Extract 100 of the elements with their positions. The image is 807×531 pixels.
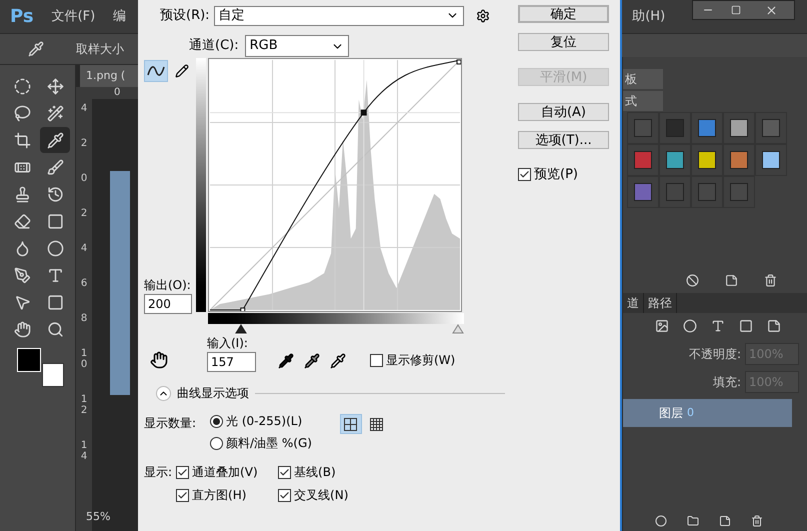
panel-tab[interactable]: 板	[623, 69, 663, 89]
new-item-icon[interactable]	[725, 274, 738, 287]
foreground-color-swatch[interactable]	[17, 348, 41, 372]
ellipse-marquee-icon	[14, 78, 30, 94]
trash-icon[interactable]	[764, 274, 777, 287]
eyedropper-icon[interactable]	[278, 353, 294, 369]
preview-label: 预览(P)	[534, 166, 578, 184]
panel-tab[interactable]: 式	[623, 91, 663, 111]
output-field[interactable]: 200	[144, 294, 192, 314]
dialog-button[interactable]: 复位	[518, 33, 609, 51]
checkbox[interactable]	[278, 488, 292, 502]
style-swatch[interactable]	[666, 151, 684, 169]
eyedropper-icon[interactable]	[28, 41, 44, 57]
new-layer-icon[interactable]	[719, 515, 731, 527]
coarse-grid-button[interactable]	[340, 414, 362, 434]
ruler-number: 6	[80, 278, 88, 289]
option-label: 交叉线(N)	[294, 487, 348, 504]
style-swatch[interactable]	[698, 119, 716, 137]
checkbox[interactable]	[278, 466, 292, 478]
style-swatch[interactable]	[698, 151, 716, 169]
wave-icon	[147, 65, 165, 77]
collapse-toggle[interactable]	[156, 386, 171, 400]
close-icon	[765, 4, 778, 16]
style-swatch[interactable]	[730, 151, 748, 169]
document-icon[interactable]	[767, 319, 781, 333]
ruler-number: 0	[114, 87, 120, 99]
coarse-grid-icon	[344, 418, 358, 430]
no-icon[interactable]	[686, 274, 699, 287]
preset-dropdown[interactable]: 自定	[214, 6, 464, 26]
style-swatch[interactable]	[762, 119, 780, 137]
style-swatch[interactable]	[762, 151, 780, 169]
panel-tab[interactable]: 路径	[644, 293, 677, 313]
pointer-icon	[14, 294, 30, 310]
eyedropper-icon[interactable]	[304, 353, 320, 369]
panel-tab[interactable]: 道	[623, 293, 644, 313]
settings-icon[interactable]	[476, 8, 490, 22]
checkbox[interactable]	[176, 488, 190, 502]
pen-icon	[14, 266, 30, 284]
radio-label: 颜料/油墨 %(G)	[226, 435, 312, 452]
lasso-icon	[14, 104, 30, 122]
folder-icon[interactable]	[687, 515, 699, 527]
radio-button[interactable]	[210, 414, 224, 428]
ruler-number: 2	[80, 138, 88, 149]
stamp-icon	[14, 186, 30, 202]
style-swatch[interactable]	[634, 119, 652, 137]
eyedropper-tool[interactable]	[40, 127, 70, 153]
app-logo: Ps	[10, 5, 34, 29]
brush-icon	[46, 158, 64, 176]
zoom-level: 55%	[86, 508, 110, 524]
show-label: 显示:	[144, 464, 172, 481]
background-color-swatch[interactable]	[42, 363, 64, 387]
maximize-icon	[730, 5, 740, 15]
magic-wand-icon	[46, 104, 64, 122]
dialog-button[interactable]: 选项(T)...	[518, 131, 609, 149]
input-field[interactable]: 157	[207, 352, 256, 372]
hand-icon	[14, 320, 30, 338]
ruler-number: 2	[80, 208, 88, 219]
curve-tool[interactable]	[144, 60, 168, 82]
layer-row[interactable]: 图层 0	[623, 399, 792, 427]
close-button[interactable]	[749, 1, 794, 19]
display-amount-label: 显示数量:	[144, 415, 196, 432]
style-swatch[interactable]	[634, 151, 652, 169]
ruler-number: 4	[80, 103, 88, 114]
style-swatch[interactable]	[666, 119, 684, 137]
checkbox[interactable]	[518, 168, 531, 182]
dialog-button[interactable]: 确定	[518, 5, 609, 23]
menu-item[interactable]: 编	[113, 6, 126, 26]
style-swatch[interactable]	[730, 183, 748, 201]
radio-button[interactable]	[210, 436, 224, 450]
square-icon[interactable]	[739, 319, 753, 333]
type-icon	[46, 266, 64, 284]
section-title: 曲线显示选项	[177, 385, 249, 402]
dialog-button[interactable]: 自动(A)	[518, 103, 609, 121]
checkbox[interactable]	[176, 466, 190, 478]
hand-adjust-icon[interactable]	[150, 351, 168, 369]
move-icon	[46, 78, 64, 94]
radio-label: 光 (0-255)(L)	[226, 413, 302, 430]
style-swatch[interactable]	[698, 183, 716, 201]
eyedropper-icon[interactable]	[330, 353, 346, 369]
menu-item[interactable]: 助(H)	[632, 6, 666, 26]
ruler-number: 4	[80, 243, 88, 254]
fine-grid-icon	[370, 418, 384, 430]
input-label: 输入(I):	[207, 335, 249, 352]
curve-graph[interactable]	[208, 58, 462, 312]
channel-dropdown[interactable]: RGB	[244, 35, 349, 57]
history-brush-icon	[46, 186, 64, 202]
type-icon[interactable]	[711, 319, 725, 333]
output-label: 输出(O):	[144, 277, 192, 294]
checkbox[interactable]	[370, 354, 383, 366]
trash-icon[interactable]	[751, 515, 763, 527]
image-icon[interactable]	[655, 319, 669, 333]
menu-item[interactable]: 文件(F)	[52, 6, 96, 26]
opacity-label: 不透明度:	[688, 346, 741, 363]
style-swatch[interactable]	[634, 183, 652, 201]
circle-icon[interactable]	[683, 319, 697, 333]
layer-number: 0	[687, 404, 694, 421]
style-swatch[interactable]	[730, 119, 748, 137]
style-swatch[interactable]	[666, 183, 684, 201]
ruler-number: 10	[80, 348, 88, 370]
zoom-icon	[46, 320, 64, 338]
